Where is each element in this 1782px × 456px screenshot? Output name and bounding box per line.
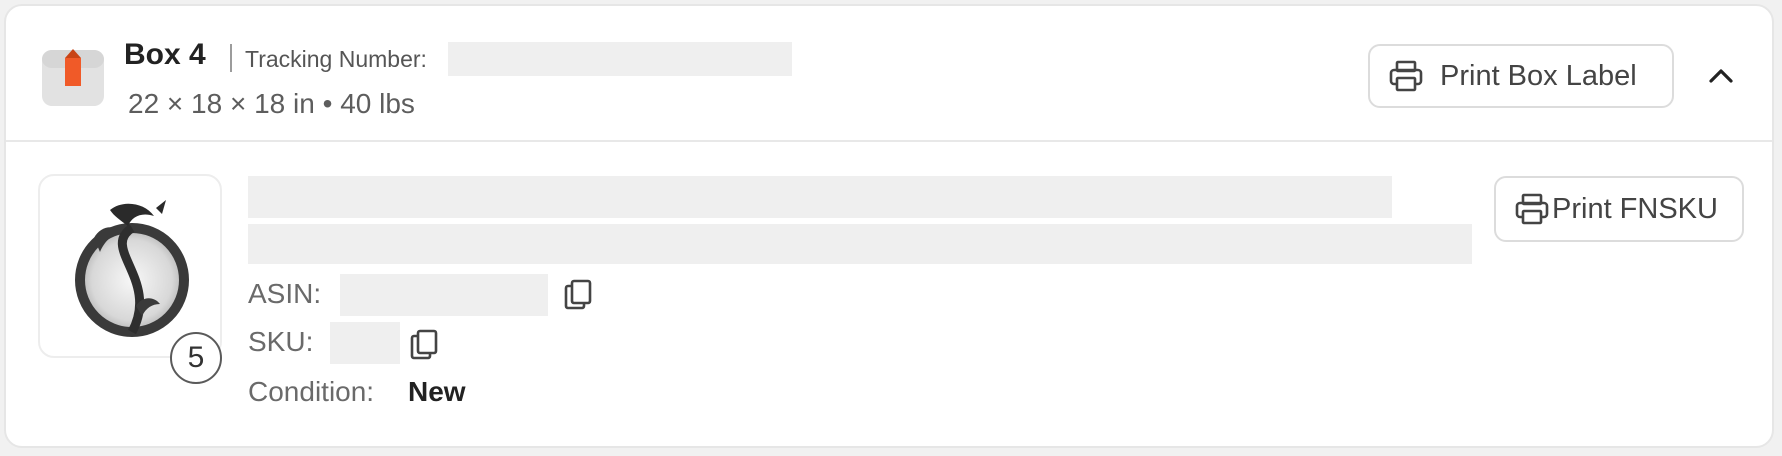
product-title-redacted-line-2 (248, 224, 1472, 264)
tracking-number-redacted (448, 42, 792, 76)
sku-value-redacted (330, 322, 400, 364)
copy-sku-icon[interactable] (408, 328, 442, 362)
sku-label: SKU: (248, 326, 314, 357)
product-image (38, 174, 222, 358)
printer-icon (1515, 193, 1549, 225)
print-box-label-button[interactable]: Print Box Label (1368, 44, 1674, 108)
chevron-up-icon[interactable] (1706, 62, 1736, 88)
product-title-redacted-line-1 (248, 176, 1392, 218)
printer-icon (1389, 60, 1423, 92)
print-fnsku-button[interactable]: Print FNSKU (1494, 176, 1744, 242)
box-title: Box 4 (124, 38, 206, 71)
divider (230, 44, 232, 72)
condition-label: Condition: (248, 376, 375, 407)
package-icon (42, 49, 104, 106)
copy-asin-icon[interactable] (562, 278, 596, 312)
box-card: Box 4 Tracking Number: 22 × 18 × 18 in •… (4, 4, 1774, 448)
box-header: Box 4 Tracking Number: 22 × 18 × 18 in •… (6, 6, 1772, 142)
tracking-number-label: Tracking Number: (245, 46, 427, 72)
product-image-graphic (75, 200, 189, 337)
asin-label: ASIN: (248, 278, 322, 309)
print-fnsku-text: Print FNSKU (1552, 192, 1718, 225)
box-dimensions: 22 × 18 × 18 in • 40 lbs (128, 88, 415, 119)
quantity-badge: 5 (170, 332, 222, 384)
condition-value: New (408, 376, 466, 407)
print-box-label-text: Print Box Label (1440, 59, 1637, 92)
asin-value-redacted (340, 274, 548, 316)
